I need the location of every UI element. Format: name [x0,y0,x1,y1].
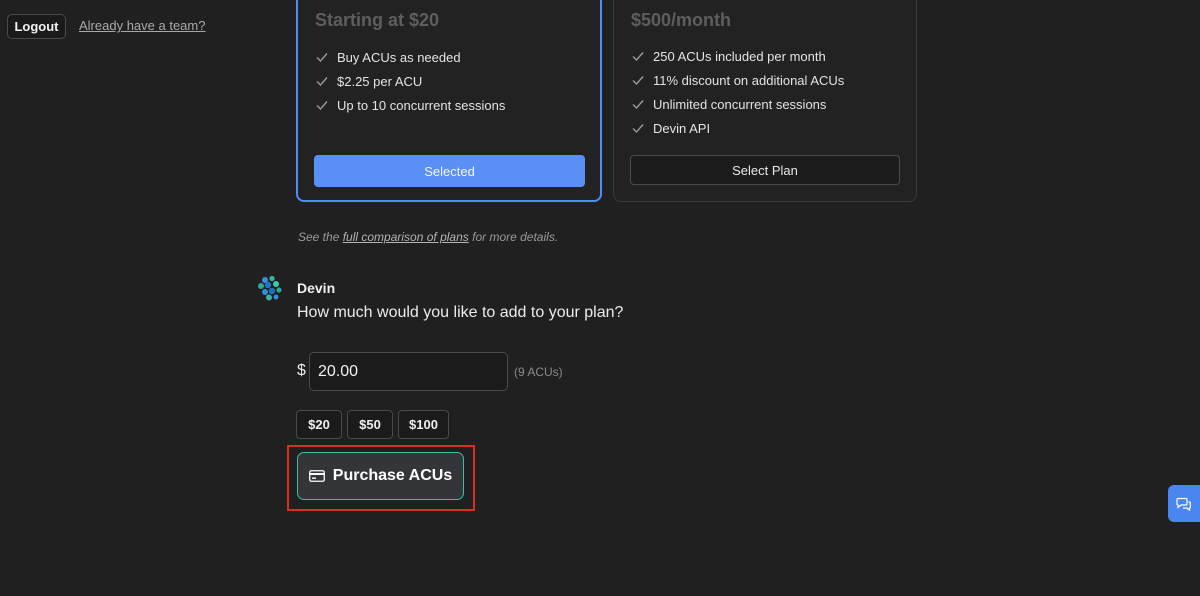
plan-price: $500/month [631,10,732,30]
sender-name: Devin [297,280,336,296]
acu-count-note: (9 ACUs) [514,365,563,379]
feature-item: Devin API [631,116,844,140]
feature-item: 11% discount on additional ACUs [631,68,844,92]
feature-label: Buy ACUs as needed [337,49,461,65]
feature-item: Up to 10 concurrent sessions [315,93,505,117]
check-icon [632,100,644,110]
feature-label: Devin API [653,120,711,136]
quick-amount-50-button[interactable]: $50 [347,410,393,439]
compare-prefix: See the [298,230,343,244]
purchase-acus-button[interactable]: Purchase ACUs [297,452,464,500]
purchase-label: Purchase ACUs [332,467,453,484]
plan-card-monthly: $500/month 250 ACUs included per month 1… [613,0,917,202]
check-icon [316,101,328,111]
check-icon [632,52,644,62]
compare-suffix: for more details. [468,230,559,244]
logout-button[interactable]: Logout [7,14,66,39]
already-have-team-link[interactable]: Already have a team? [79,18,205,33]
plan-features: Buy ACUs as needed $2.25 per ACU Up to 1… [315,45,505,117]
feature-item: 250 ACUs included per month [631,44,844,68]
select-plan-button[interactable]: Select Plan [630,155,900,185]
amount-input[interactable] [309,352,508,391]
chat-fab-button[interactable] [1168,485,1200,522]
devin-logo [258,275,282,301]
feature-label: $2.25 per ACU [337,73,423,89]
check-icon [316,77,328,87]
chat-icon [1176,497,1191,511]
plan-price: Starting at $20 [315,10,440,30]
feature-label: 11% discount on additional ACUs [653,72,845,88]
credit-card-icon [308,470,325,482]
feature-item: $2.25 per ACU [315,69,505,93]
feature-label: Unlimited concurrent sessions [653,96,827,112]
check-icon [316,53,328,63]
plan-comparison-note: See the full comparison of plans for mor… [298,230,558,244]
quick-amount-100-button[interactable]: $100 [398,410,449,439]
currency-symbol: $ [297,362,306,379]
feature-label: Up to 10 concurrent sessions [337,97,506,113]
message-question: How much would you like to add to your p… [297,304,624,321]
feature-label: 250 ACUs included per month [653,48,826,64]
quick-amount-20-button[interactable]: $20 [296,410,342,439]
full-comparison-link[interactable]: full comparison of plans [343,230,469,244]
plan-card-payg: Starting at $20 Buy ACUs as needed $2.25… [296,0,602,202]
feature-item: Unlimited concurrent sessions [631,92,844,116]
plan-features: 250 ACUs included per month 11% discount… [631,44,844,140]
check-icon [632,76,644,86]
selected-plan-button[interactable]: Selected [314,155,585,187]
check-icon [632,124,644,134]
feature-item: Buy ACUs as needed [315,45,505,69]
